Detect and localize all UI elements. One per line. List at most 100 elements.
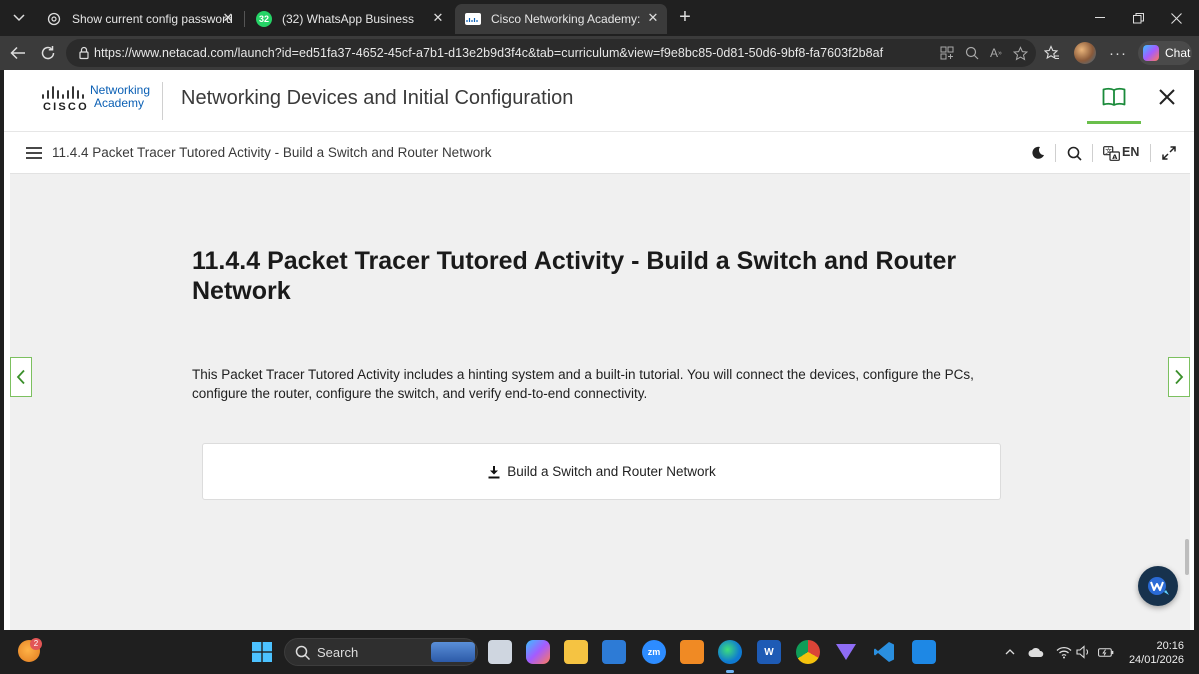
header-divider: [162, 82, 163, 120]
windows-start-icon[interactable]: [252, 642, 272, 662]
language-icon[interactable]: 文A: [1101, 143, 1121, 163]
lesson-title: 11.4.4 Packet Tracer Tutored Activity - …: [52, 145, 492, 160]
page-title: 11.4.4 Packet Tracer Tutored Activity - …: [192, 247, 957, 305]
profile-avatar[interactable]: [1074, 42, 1096, 64]
language-label[interactable]: EN: [1122, 145, 1139, 159]
search-icon: [295, 645, 311, 661]
browser-tab[interactable]: Show current config passwords ✕: [36, 4, 242, 34]
volume-icon[interactable]: [1076, 644, 1092, 660]
logo-line-2: Academy: [94, 96, 145, 110]
site-info-icon[interactable]: [76, 45, 92, 61]
tab-separator: [244, 11, 245, 27]
chat-assistant-icon: [1148, 577, 1169, 595]
tab-title: Cisco Networking Academy: Netw: [491, 12, 641, 26]
copilot-icon: [1143, 45, 1159, 61]
close-tab-icon[interactable]: ✕: [645, 10, 661, 26]
tab-title: Show current config passwords: [72, 12, 232, 26]
cisco-icon: [465, 13, 481, 25]
wifi-icon[interactable]: [1056, 644, 1072, 660]
cisco-networking-academy-logo[interactable]: CISCO Networking Academy: [40, 84, 160, 118]
lesson-toolbar: 11.4.4 Packet Tracer Tutored Activity - …: [10, 132, 1190, 174]
assistant-chat-button[interactable]: [1138, 566, 1178, 606]
chevron-down-icon: [13, 14, 25, 22]
hamburger-menu-icon[interactable]: [26, 146, 42, 160]
clock-date: 24/01/2026: [1128, 654, 1184, 666]
svg-text:A: A: [1112, 152, 1117, 160]
taskbar-search-input[interactable]: Search: [284, 638, 478, 666]
course-title: Networking Devices and Initial Configura…: [181, 87, 574, 109]
store-icon[interactable]: [602, 640, 626, 664]
cisco-bars-icon: [42, 86, 84, 99]
onedrive-icon[interactable]: [1028, 644, 1044, 660]
page-viewport: CISCO Networking Academy Networking Devi…: [4, 70, 1194, 630]
tab-actions-menu-button[interactable]: [6, 6, 32, 30]
browser-toolbar: https://www.netacad.com/launch?id=ed51fa…: [0, 36, 1199, 70]
read-aloud-icon[interactable]: A»: [988, 45, 1004, 61]
minimize-icon[interactable]: [1090, 8, 1110, 28]
chrome-icon[interactable]: [796, 640, 820, 664]
lesson-content: 11.4.4 Packet Tracer Tutored Activity - …: [10, 174, 1190, 630]
book-icon: [1102, 87, 1126, 106]
file-explorer-icon[interactable]: [488, 640, 512, 664]
edge-icon[interactable]: [718, 640, 742, 664]
chat-label: Chat: [1165, 46, 1191, 60]
copilot-icon[interactable]: [526, 640, 550, 664]
vpn-icon[interactable]: [834, 640, 858, 664]
system-clock[interactable]: 20:16 24/01/2026: [1124, 639, 1184, 667]
refresh-icon: [41, 46, 55, 60]
close-window-icon[interactable]: [1166, 8, 1186, 28]
chevron-right-icon: [1175, 369, 1184, 385]
active-app-indicator: [726, 670, 734, 673]
course-header: CISCO Networking Academy Networking Devi…: [4, 70, 1194, 132]
folder-icon[interactable]: [564, 640, 588, 664]
zoom-icon[interactable]: zm: [642, 640, 666, 664]
paint-icon[interactable]: [912, 640, 936, 664]
browser-tab-strip: Show current config passwords ✕ 32 (32) …: [0, 0, 1199, 36]
word-icon[interactable]: W: [757, 640, 781, 664]
close-course-button[interactable]: [1152, 82, 1182, 112]
download-icon: [488, 465, 500, 478]
previous-page-button[interactable]: [10, 357, 32, 397]
arrow-left-icon: [10, 46, 25, 60]
vscode-icon[interactable]: [872, 640, 896, 664]
course-outline-button[interactable]: [1087, 70, 1141, 124]
tab-title: (32) WhatsApp Business: [282, 12, 415, 26]
page-scrollbar[interactable]: [1184, 174, 1190, 630]
chevron-up-icon[interactable]: [1002, 644, 1018, 660]
favorites-icon[interactable]: [1042, 43, 1062, 63]
scrollbar-thumb[interactable]: [1185, 539, 1189, 575]
openai-icon: [46, 11, 62, 27]
download-activity-button[interactable]: Build a Switch and Router Network: [202, 443, 1001, 500]
search-icon[interactable]: [1064, 143, 1084, 163]
back-button[interactable]: [6, 41, 30, 65]
copilot-chat-button[interactable]: Chat: [1138, 41, 1192, 65]
search-placeholder: Search: [317, 645, 359, 660]
favorite-star-icon[interactable]: [1012, 45, 1028, 61]
restore-icon[interactable]: [1128, 8, 1148, 28]
snipping-icon[interactable]: [680, 640, 704, 664]
address-bar[interactable]: https://www.netacad.com/launch?id=ed51fa…: [66, 39, 1036, 67]
browser-tab[interactable]: 32 (32) WhatsApp Business ✕: [246, 4, 452, 34]
zoom-icon[interactable]: [964, 45, 980, 61]
refresh-button[interactable]: [36, 41, 60, 65]
browser-tab-active[interactable]: Cisco Networking Academy: Netw ✕: [455, 4, 667, 34]
fullscreen-icon[interactable]: [1159, 143, 1179, 163]
toolbar-separator: [1150, 144, 1151, 162]
toolbar-separator: [1055, 144, 1056, 162]
clock-time: 20:16: [1156, 640, 1184, 652]
download-label: Build a Switch and Router Network: [507, 464, 716, 479]
windows-taskbar: 2 Search zm W 20:16 24/01/2026: [0, 630, 1199, 674]
app-available-icon[interactable]: [939, 45, 955, 61]
new-tab-button[interactable]: +: [675, 7, 695, 28]
url-text: https://www.netacad.com/launch?id=ed51fa…: [94, 46, 884, 60]
more-menu-icon[interactable]: ···: [1108, 43, 1128, 63]
close-tab-icon[interactable]: ✕: [430, 10, 446, 26]
intro-paragraph: This Packet Tracer Tutored Activity incl…: [192, 367, 974, 401]
active-tab-underline: [1087, 121, 1141, 124]
battery-icon[interactable]: [1098, 644, 1114, 660]
dark-mode-icon[interactable]: [1028, 143, 1048, 163]
close-tab-icon[interactable]: ✕: [220, 10, 236, 26]
toolbar-separator: [1092, 144, 1093, 162]
cisco-wordmark: CISCO: [43, 101, 89, 113]
notification-badge: 2: [30, 638, 42, 650]
